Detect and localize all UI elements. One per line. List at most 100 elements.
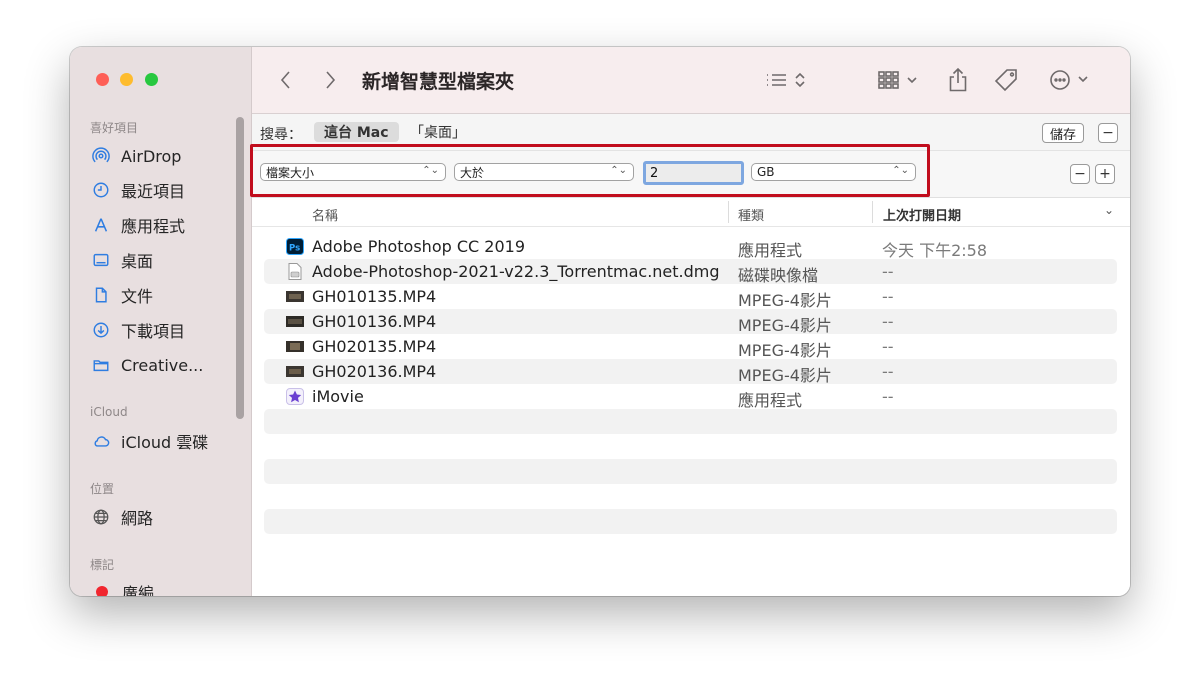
table-row[interactable]: iMovie 應用程式 --: [264, 384, 1117, 410]
clock-icon: [90, 179, 112, 201]
file-date: --: [882, 387, 894, 406]
scope-this-mac[interactable]: 這台 Mac: [314, 122, 399, 142]
file-name: Adobe Photoshop CC 2019: [312, 237, 525, 256]
remove-criteria-button[interactable]: −: [1070, 164, 1090, 184]
sidebar-item-tag-ad[interactable]: 廣編: [90, 580, 154, 596]
save-search-button[interactable]: 儲存: [1042, 123, 1085, 143]
close-window-button[interactable]: [96, 73, 109, 86]
sidebar-item-recents[interactable]: 最近項目: [90, 178, 185, 202]
sidebar-item-label: Creative...: [121, 355, 204, 375]
empty-row: [264, 509, 1117, 534]
share-button[interactable]: [946, 67, 970, 93]
forward-button[interactable]: [318, 67, 342, 93]
popup-arrows-icon: ⌃⌄: [422, 165, 439, 176]
zoom-window-button[interactable]: [145, 73, 158, 86]
operator-value: 大於: [460, 165, 485, 180]
column-divider[interactable]: [728, 201, 729, 223]
imovie-icon: [286, 388, 304, 405]
sidebar-item-label: 最近項目: [121, 182, 186, 201]
file-date: --: [882, 262, 894, 281]
sidebar-item-airdrop[interactable]: AirDrop: [90, 144, 181, 168]
sidebar-item-applications[interactable]: 應用程式: [90, 213, 185, 237]
size-value-input[interactable]: 2: [643, 161, 744, 185]
column-divider[interactable]: [872, 201, 873, 223]
sidebar-item-desktop[interactable]: 桌面: [90, 248, 153, 272]
table-row[interactable]: Adobe-Photoshop-2021-v22.3_Torrentmac.ne…: [264, 259, 1117, 285]
minimize-window-button[interactable]: [120, 73, 133, 86]
file-kind: MPEG-4影片: [738, 316, 832, 335]
desktop-icon: [90, 249, 112, 271]
sort-chevron-icon[interactable]: ⌄: [1104, 203, 1114, 217]
scope-desktop[interactable]: 「桌面」: [400, 122, 476, 142]
file-kind: MPEG-4影片: [738, 366, 832, 385]
sidebar-section-icloud: iCloud: [90, 405, 128, 419]
sidebar-item-label: iCloud 雲碟: [121, 433, 209, 452]
chevron-right-icon: [326, 71, 336, 89]
column-header: 名稱 種類 上次打開日期 ⌄: [252, 198, 1130, 227]
attribute-popup[interactable]: 檔案大小 ⌃⌄: [260, 163, 446, 181]
sidebar-item-label: 廣編: [122, 584, 155, 596]
sidebar-item-label: AirDrop: [121, 146, 182, 166]
column-name[interactable]: 名稱: [312, 205, 338, 224]
disk-image-icon: [288, 263, 302, 280]
sidebar-item-downloads[interactable]: 下載項目: [90, 318, 185, 342]
group-button[interactable]: [874, 67, 926, 93]
sidebar: 喜好項目 AirDrop 最近項目 應用程式 桌面 文件 下載項目 Creati…: [70, 47, 252, 596]
empty-row: [264, 409, 1117, 434]
sidebar-section-favorites: 喜好項目: [90, 121, 139, 135]
operator-popup[interactable]: 大於 ⌃⌄: [454, 163, 634, 181]
table-row[interactable]: GH020136.MP4 MPEG-4影片 --: [264, 359, 1117, 385]
file-date: --: [882, 362, 894, 381]
svg-text:Ps: Ps: [289, 244, 300, 254]
video-thumbnail-icon: [286, 316, 304, 327]
tag-icon: [994, 69, 1017, 92]
sidebar-item-label: 網路: [121, 509, 154, 528]
sidebar-item-documents[interactable]: 文件: [90, 283, 153, 307]
add-criteria-button[interactable]: +: [1095, 164, 1115, 184]
table-row[interactable]: Ps Adobe Photoshop CC 2019 應用程式 今天 下午2:5…: [264, 234, 1117, 260]
sidebar-item-label: 應用程式: [121, 217, 186, 236]
file-name: GH020136.MP4: [312, 362, 437, 381]
table-row[interactable]: GH010135.MP4 MPEG-4影片 --: [264, 284, 1117, 310]
more-actions-button[interactable]: [1042, 67, 1102, 93]
file-name: Adobe-Photoshop-2021-v22.3_Torrentmac.ne…: [312, 262, 720, 281]
sidebar-item-label: 下載項目: [121, 322, 186, 341]
airdrop-icon: [90, 145, 112, 167]
list-view-icon: [767, 72, 805, 88]
file-kind: 應用程式: [738, 241, 803, 260]
finder-content: 搜尋： 這台 Mac 「桌面」 儲存 − 檔案大小 ⌃⌄ 大於 ⌃⌄ 2 GB …: [252, 114, 1130, 596]
ellipsis-circle-icon: [1050, 70, 1088, 90]
sidebar-item-label: 桌面: [121, 252, 154, 271]
chevron-left-icon: [280, 71, 290, 89]
sidebar-section-locations: 位置: [90, 482, 115, 496]
search-scope-bar: 搜尋： 這台 Mac 「桌面」 儲存 −: [252, 114, 1130, 151]
file-name: GH020135.MP4: [312, 337, 437, 356]
red-tag-icon: [96, 586, 108, 596]
unit-popup[interactable]: GB ⌃⌄: [751, 163, 916, 181]
empty-row: [264, 459, 1117, 484]
sidebar-item-network[interactable]: 網路: [90, 505, 153, 529]
table-row[interactable]: GH010136.MP4 MPEG-4影片 --: [264, 309, 1117, 335]
back-button[interactable]: [274, 67, 298, 93]
network-icon: [90, 506, 112, 528]
remove-scope-button[interactable]: −: [1098, 123, 1118, 143]
photoshop-icon: Ps: [286, 238, 304, 255]
view-options-button[interactable]: [762, 67, 812, 93]
file-kind: 應用程式: [738, 391, 803, 410]
download-icon: [90, 319, 112, 341]
column-kind[interactable]: 種類: [738, 205, 764, 224]
share-icon: [949, 67, 967, 92]
sidebar-item-icloud-drive[interactable]: iCloud 雲碟: [90, 429, 208, 453]
column-date-opened[interactable]: 上次打開日期: [883, 205, 961, 224]
applications-icon: [90, 214, 112, 236]
sidebar-item-creative-folder[interactable]: Creative...: [90, 353, 203, 377]
toolbar: 新增智慧型檔案夾: [252, 47, 1130, 114]
tag-button[interactable]: [992, 67, 1022, 93]
grid-view-icon: [878, 71, 917, 89]
table-row[interactable]: GH020135.MP4 MPEG-4影片 --: [264, 334, 1117, 360]
sidebar-scrollbar[interactable]: [236, 117, 244, 419]
search-scope-label: 搜尋：: [260, 127, 302, 143]
file-name: GH010135.MP4: [312, 287, 437, 306]
sidebar-section-tags: 標記: [90, 558, 115, 572]
file-name: iMovie: [312, 387, 364, 406]
